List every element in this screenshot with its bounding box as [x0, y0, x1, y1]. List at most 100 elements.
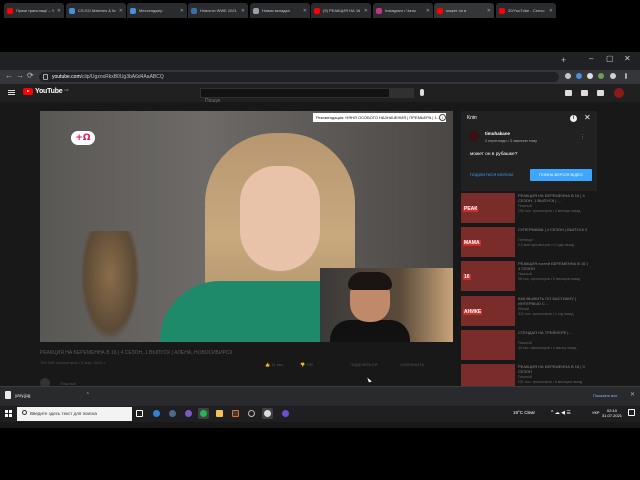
tab-close-icon[interactable]: ✕ — [241, 8, 245, 14]
chrome-icon[interactable] — [262, 408, 273, 419]
forward-button[interactable]: → — [16, 71, 24, 80]
video-thumbnail[interactable]: РЕАК — [461, 193, 515, 223]
reload-button[interactable]: ⟳ — [27, 71, 34, 80]
dislike-button[interactable]: 👎 799 — [300, 362, 313, 367]
recommendation-title[interactable]: СТЕНДАП НА ТРЕЙНЕРЕ | ... — [518, 330, 588, 335]
video-thumbnail[interactable] — [461, 330, 515, 360]
microphone-icon[interactable] — [420, 89, 424, 96]
download-item[interactable]: yary.jpg ^ — [5, 391, 89, 399]
recommendation-title[interactable]: РЕАКЦИЯ НА БЕРЕМЕННА В 16 | 3 СЕЗОН — [518, 364, 588, 374]
recommendation-item[interactable]: АНИКЕ КАК ВЫЖИТЬ ПО БАСТИАНУ | ИНТЕРВЬЮ С… — [461, 296, 591, 326]
search-box[interactable] — [200, 88, 390, 105]
notification-center-icon[interactable] — [628, 409, 635, 416]
recommendation-title[interactable]: КАК ВЫЖИТЬ ПО БАСТИАНУ | ИНТЕРВЬЮ С ... — [518, 296, 588, 306]
clip-author-name[interactable]: timuhakane — [485, 131, 510, 136]
video-thumbnail[interactable]: МАМА — [461, 227, 515, 257]
recommendation-item[interactable]: 16 РЕАКЦИЯ гостей БЕРЕМЕННА В 16 | 4 СЕЗО… — [461, 261, 591, 291]
show-all-downloads-link[interactable]: Показать все — [593, 393, 617, 398]
browser-tab[interactable]: Instagram • Чаты ✕ — [373, 3, 433, 18]
close-window-button[interactable]: ✕ — [624, 54, 631, 63]
recommendation-title[interactable]: СУПЕРМАМА | 4 СЕЗОН | ВЫПУСК 2 — [518, 227, 588, 232]
tab-close-icon[interactable]: ✕ — [487, 8, 491, 14]
close-icon[interactable]: ✕ — [630, 391, 635, 398]
task-view-icon[interactable] — [134, 408, 145, 419]
create-video-icon[interactable] — [565, 90, 572, 96]
extension-icon-2[interactable] — [587, 73, 593, 79]
star-icon[interactable] — [565, 73, 571, 79]
tab-close-icon[interactable]: ✕ — [119, 8, 123, 14]
clip-author-avatar[interactable] — [469, 131, 479, 141]
spotify-icon[interactable] — [198, 408, 209, 419]
like-button[interactable]: 👍 11 тыс. — [265, 362, 284, 367]
share-button[interactable]: ПОДЕЛИТЬСЯ — [350, 362, 378, 367]
tab-close-icon[interactable]: ✕ — [549, 8, 553, 14]
browser-tab[interactable]: Прямі трансляції – Yo ✕ — [4, 3, 64, 18]
extension-icon[interactable] — [576, 73, 582, 79]
minimize-button[interactable]: – — [589, 54, 593, 63]
info-icon[interactable]: i — [439, 114, 446, 121]
recommendation-channel[interactable]: Пошлый — [518, 375, 532, 379]
extension-icon-3[interactable] — [598, 73, 604, 79]
full-video-button[interactable]: ПОВНА ВЕРСІЯ ВІДЕО — [530, 169, 592, 181]
edge-icon[interactable] — [151, 408, 162, 419]
recommendation-item[interactable]: МАМА СУПЕРМАМА | 4 СЕЗОН | ВЫПУСК 2 Пятниц… — [461, 227, 591, 257]
weather-widget[interactable]: 19°C Clear — [513, 410, 535, 415]
tab-close-icon[interactable]: ✕ — [57, 8, 61, 14]
browser-tab[interactable]: может он в ✕ — [434, 3, 494, 18]
tab-close-icon[interactable]: ✕ — [426, 8, 430, 14]
close-icon[interactable]: ✕ — [584, 113, 591, 122]
user-avatar[interactable] — [614, 88, 624, 98]
recommendation-channel[interactable]: Пошлый — [518, 204, 532, 208]
chevron-up-icon[interactable]: ^ — [86, 392, 88, 398]
windows-start-icon[interactable] — [5, 410, 12, 417]
browser-tab[interactable]: CS:GO Matches & liv ✕ — [66, 3, 126, 18]
menu-dots-icon[interactable] — [625, 73, 627, 79]
browser-tab[interactable]: Новая вкладка ✕ — [250, 3, 310, 18]
tab-close-icon[interactable]: ✕ — [364, 8, 368, 14]
tab-close-icon[interactable]: ✕ — [303, 8, 307, 14]
recommendation-item[interactable]: СТЕНДАП НА ТРЕЙНЕРЕ | ... Пошлый 44 тыс. п… — [461, 330, 591, 360]
system-tray-icons[interactable]: ^ ☁ ◀ ☰ — [551, 410, 571, 416]
profile-icon[interactable] — [610, 73, 616, 79]
clock[interactable]: 02:10 31.07.2021 — [602, 408, 622, 418]
browser-tab[interactable]: 20/YouTube - Сенчо ✕ — [496, 3, 556, 18]
youtube-logo[interactable]: YouTube UA — [23, 88, 69, 95]
recommendation-banner[interactable]: Рекомендация: НЯНЯ ОСОБОГО НАЗНАЧЕНИЯ | … — [313, 113, 446, 122]
recommendation-item[interactable]: РЕАКЦИЯ НА БЕРЕМЕННА В 16 | 3 СЕЗОН Пошлы… — [461, 364, 591, 386]
recommendation-channel[interactable]: Пошлый — [518, 272, 532, 276]
browser-tab[interactable]: (9) РЕАКЦИЯ НА 16 І ✕ — [311, 3, 371, 18]
steam-icon[interactable] — [167, 408, 178, 419]
maximize-button[interactable]: ▢ — [606, 54, 614, 63]
info-icon[interactable]: i — [570, 115, 577, 122]
address-bar[interactable]: youtube.com/clip/UgzoxRkxB0Ug3bA6d4AaABC… — [39, 72, 559, 82]
language-indicator[interactable]: УКР — [592, 410, 600, 415]
search-button[interactable] — [390, 88, 414, 98]
hamburger-menu-icon[interactable] — [8, 90, 15, 95]
notepad-icon[interactable] — [214, 408, 225, 419]
recommendation-item[interactable]: РЕАК РЕАКЦИЯ НА БЕРЕМЕННА В 16 | 4 СЕЗОН,… — [461, 193, 591, 223]
search-input[interactable] — [201, 97, 389, 105]
more-options-icon[interactable]: ⋮ — [580, 134, 585, 140]
recommendation-title[interactable]: РЕАКЦИЯ НА БЕРЕМЕННА В 16 | 4 СЕЗОН, 1 В… — [518, 193, 588, 203]
viber-icon[interactable] — [183, 408, 194, 419]
obs-icon[interactable] — [246, 408, 257, 419]
save-button[interactable]: СОХРАНИТЬ — [400, 362, 424, 367]
video-thumbnail[interactable]: АНИКЕ — [461, 296, 515, 326]
browser-tab[interactable]: Мессенджер ✕ — [127, 3, 187, 18]
recommendation-channel[interactable]: Пошлый — [518, 341, 532, 345]
recommendation-title[interactable]: РЕАКЦИЯ гостей БЕРЕМЕННА В 16 | 4 СЕЗОН — [518, 261, 588, 271]
app-icon[interactable] — [230, 408, 241, 419]
recommendation-channel[interactable]: Лёгкий — [518, 307, 529, 311]
recommendation-channel[interactable]: Пятница! — [518, 238, 533, 242]
discord-icon[interactable] — [280, 408, 291, 419]
video-thumbnail[interactable] — [461, 364, 515, 386]
video-thumbnail[interactable]: 16 — [461, 261, 515, 291]
share-clip-button[interactable]: ПОДІЛИТИСЯ КЛІПОМ — [467, 170, 516, 180]
new-tab-button[interactable]: + — [561, 55, 566, 65]
notifications-bell-icon[interactable] — [597, 90, 604, 96]
browser-tab[interactable]: Новости WWE 2021 ✕ — [188, 3, 248, 18]
back-button[interactable]: ← — [5, 71, 13, 80]
apps-grid-icon[interactable] — [581, 90, 588, 96]
taskbar-search[interactable]: Введите здесь текст для поиска — [17, 407, 132, 421]
tab-close-icon[interactable]: ✕ — [180, 8, 184, 14]
